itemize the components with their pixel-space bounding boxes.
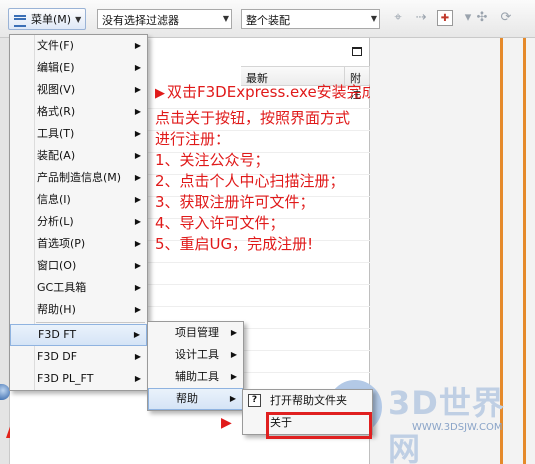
menu-item-label: 工具(T) [37,127,75,140]
submenu-arrow-icon: ▶ [229,394,236,403]
submenu-arrow-icon: ▶ [230,372,237,381]
submenu-arrow-icon: ▶ [134,374,141,383]
menu-item-project-management[interactable]: 项目管理 ▶ [148,322,243,344]
menu-item-label: 项目管理 [175,326,219,339]
top-toolbar: 菜单(M) ▼ 没有选择过滤器 ▼ 整个装配 ▼ ⌖ ⇢ ✚ ▾ ✣ ⟳ [0,0,535,38]
about-highlight-box [266,412,372,439]
submenu-arrow-icon: ▶ [134,239,141,248]
menu-item-label: 首选项(P) [37,237,86,250]
menu-item-information[interactable]: 信息(I) ▶ [10,189,147,211]
submenu-arrow-icon: ▶ [133,330,140,339]
assembly-scope-dropdown[interactable]: 整个装配 ▼ [241,9,380,29]
instructions-heading-text: 双击F3DExpress.exe安装完成后 [167,83,392,101]
submenu-arrow-icon: ▶ [134,41,141,50]
menu-item-label: F3D PL_FT [37,372,94,385]
submenu-arrow-icon: ▶ [230,328,237,337]
menu-item-label: 视图(V) [37,83,76,96]
submenu-arrow-icon: ▶ [134,305,141,314]
menu-item-label: 编辑(E) [37,61,75,74]
submenu-arrow-icon: ▶ [134,107,141,116]
menu-item-f3d-pl-ft[interactable]: F3D PL_FT ▶ [10,368,147,390]
menu-item-assembly[interactable]: 装配(A) ▶ [10,145,147,167]
menu-item-view[interactable]: 视图(V) ▶ [10,79,147,101]
divider [148,306,370,307]
menu-item-tools[interactable]: 工具(T) ▶ [10,123,147,145]
menu-item-design-tools[interactable]: 设计工具 ▶ [148,344,243,366]
menu-item-label: 信息(I) [37,193,71,206]
submenu-arrow-icon: ▶ [134,352,141,361]
chevron-down-icon: ▼ [222,14,229,23]
menu-item-label: F3D FT [38,328,77,341]
menu-item-label: 文件(F) [37,39,74,52]
help-question-icon: ? [248,394,261,407]
menu-item-label: 帮助(H) [37,303,76,316]
submenu-arrow-icon: ▶ [134,85,141,94]
menu-item-label: 分析(L) [37,215,74,228]
menu-item-label: GC工具箱 [37,281,87,294]
submenu-arrow-icon: ▶ [134,261,141,270]
menu-item-auxiliary-tools[interactable]: 辅助工具 ▶ [148,366,243,388]
f3d-ft-submenu: 项目管理 ▶ 设计工具 ▶ 辅助工具 ▶ 帮助 ▶ [147,321,244,411]
menu-item-pmi[interactable]: 产品制造信息(M) ▶ [10,167,147,189]
menu-item-label: 设计工具 [175,348,219,361]
view-icon[interactable]: ✚ [437,10,453,26]
menu-separator [36,322,145,323]
menu-item-label: 产品制造信息(M) [37,171,122,184]
submenu-arrow-icon: ▶ [134,173,141,182]
rotate-icon[interactable]: ⟳ [498,10,514,26]
menu-item-edit[interactable]: 编辑(E) ▶ [10,57,147,79]
submenu-arrow-icon: ▶ [134,217,141,226]
menu-item-label: 窗口(O) [37,259,77,272]
menu-item-analysis[interactable]: 分析(L) ▶ [10,211,147,233]
menu-item-label: 辅助工具 [175,370,219,383]
submenu-arrow-icon: ▶ [134,283,141,292]
select-icon[interactable]: ⇢ [413,10,429,26]
maximize-icon[interactable] [352,47,362,56]
divider [148,262,370,263]
triangle-right-icon: ▶ [155,86,165,101]
main-menu: 文件(F) ▶ 编辑(E) ▶ 视图(V) ▶ 格式(R) ▶ 工具(T) ▶ 装配(A)… [9,34,148,391]
menu-icon [13,13,27,27]
submenu-arrow-icon: ▶ [134,195,141,204]
chevron-down-icon: ▼ [370,14,377,23]
menu-item-ft-help[interactable]: 帮助 ▶ [148,388,243,410]
menu-item-help[interactable]: 帮助(H) ▶ [10,299,147,321]
submenu-arrow-icon: ▶ [134,151,141,160]
menu-item-label: 打开帮助文件夹 [270,394,347,407]
graphics-frame [500,38,526,464]
menu-item-label: 帮助 [176,392,198,405]
menu-item-label: 格式(R) [37,105,76,118]
menu-item-f3d-df[interactable]: F3D DF ▶ [10,346,147,368]
menu-item-label: F3D DF [37,350,78,363]
pointer-arrow-icon: ▶ [221,415,232,431]
assembly-scope-value: 整个装配 [246,14,290,27]
move-icon[interactable]: ✣ [474,10,490,26]
menu-button-label: 菜单(M) [31,13,72,26]
selection-filter-dropdown[interactable]: 没有选择过滤器 ▼ [97,9,232,29]
selection-filter-value: 没有选择过滤器 [102,14,179,27]
menu-item-gc-toolkit[interactable]: GC工具箱 ▶ [10,277,147,299]
snap-icon[interactable]: ⌖ [390,10,406,26]
submenu-arrow-icon: ▶ [230,350,237,359]
menu-item-open-help-folder[interactable]: ? 打开帮助文件夹 [243,390,372,412]
menu-button[interactable]: 菜单(M) ▼ [8,8,86,30]
menu-item-label: 装配(A) [37,149,76,162]
divider [148,284,370,285]
menu-item-f3d-ft[interactable]: F3D FT ▶ [10,324,147,346]
chevron-down-icon: ▼ [75,14,82,24]
submenu-arrow-icon: ▶ [134,129,141,138]
menu-item-preferences[interactable]: 首选项(P) ▶ [10,233,147,255]
submenu-arrow-icon: ▶ [134,63,141,72]
menu-item-file[interactable]: 文件(F) ▶ [10,35,147,57]
menu-item-format[interactable]: 格式(R) ▶ [10,101,147,123]
menu-item-window[interactable]: 窗口(O) ▶ [10,255,147,277]
